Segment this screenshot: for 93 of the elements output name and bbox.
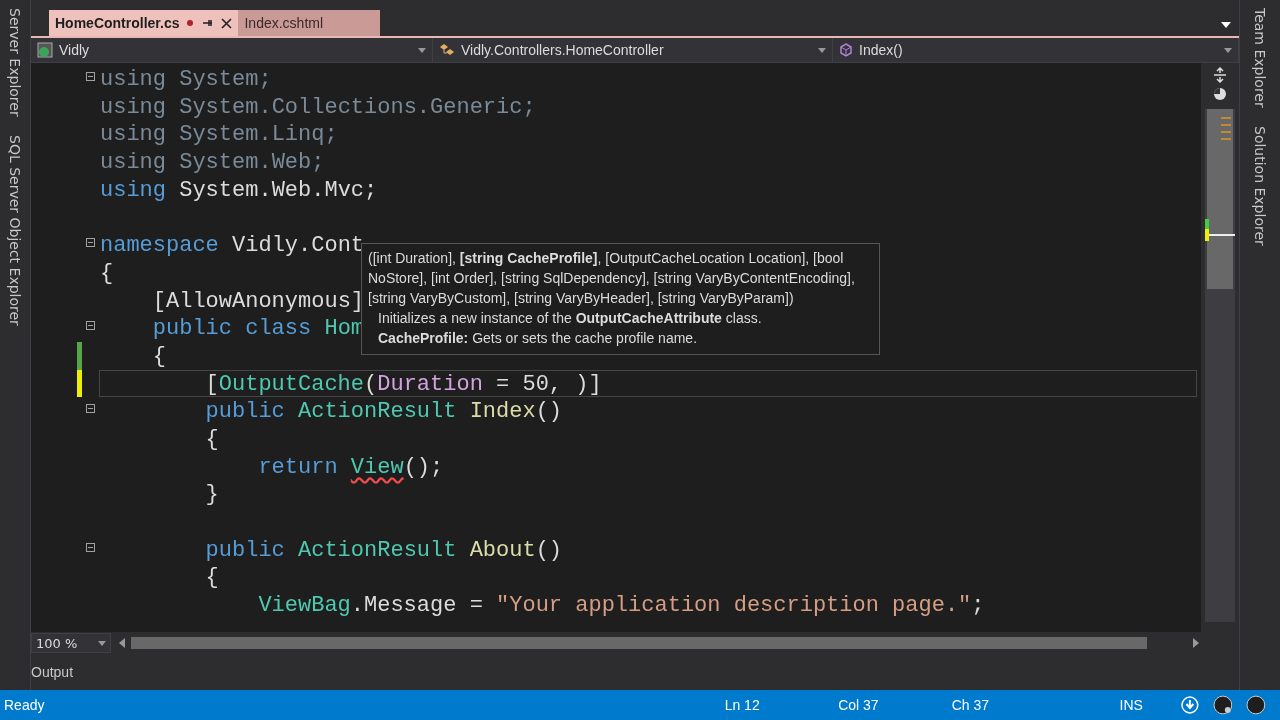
document-tab[interactable]: Index.cshtml <box>238 10 381 36</box>
tab-label: Index.cshtml <box>244 15 324 31</box>
vertical-scrollbar[interactable] <box>1205 109 1235 622</box>
code-token: { <box>205 565 219 591</box>
collapse-icon[interactable] <box>86 72 95 81</box>
code-token: () <box>535 399 563 425</box>
code-token: ActionResult <box>298 537 458 563</box>
unsaved-dot-icon <box>187 20 194 26</box>
code-token: } <box>205 482 219 508</box>
code-token: { <box>100 260 114 286</box>
web-project-icon <box>37 42 53 58</box>
code-token: class <box>245 316 313 342</box>
tab-label: HomeController.cs <box>55 15 180 31</box>
summary-text: Initializes a new instance of the OutputCacheAttribute class. <box>378 310 762 326</box>
type-dropdown[interactable]: Vidly.Controllers.HomeController <box>433 38 833 62</box>
scroll-right-icon[interactable] <box>1193 638 1199 648</box>
code-token: namespace <box>100 233 220 259</box>
collapse-icon[interactable] <box>86 238 95 248</box>
caret-position-icon <box>1205 219 1235 241</box>
circle-icon[interactable] <box>1212 695 1233 715</box>
side-panel-tab[interactable]: Team Explorer <box>1252 6 1268 110</box>
code-token: public <box>205 537 286 563</box>
code-token: System.Linq; <box>179 122 338 148</box>
scroll-thumb[interactable] <box>1207 109 1233 289</box>
insert-mode: INS <box>1119 697 1144 713</box>
code-token: ( <box>364 371 378 397</box>
code-token: using <box>100 67 167 92</box>
code-token: (); <box>403 454 444 480</box>
member-dropdown[interactable]: Index() <box>833 38 1239 62</box>
dropdown-icon <box>98 640 106 646</box>
horizontal-scrollbar[interactable] <box>119 636 1199 650</box>
side-panel-tab[interactable]: Solution Explorer <box>1252 123 1268 248</box>
collapse-icon[interactable] <box>86 542 95 552</box>
line-number: Ln 12 <box>724 697 761 713</box>
output-tab[interactable]: Output <box>31 664 74 680</box>
code-token: System.Web; <box>179 150 325 176</box>
code-token: Vidly.Cont <box>232 233 365 259</box>
code-token: using <box>100 177 167 203</box>
zoom-dropdown[interactable]: 100 % <box>31 633 111 653</box>
side-panel-tab[interactable]: SQL Server Object Explorer <box>7 132 23 328</box>
code-token: System.Collections.Generic; <box>179 94 536 120</box>
class-icon <box>439 42 455 58</box>
marker-icon <box>1221 117 1231 143</box>
code-token: = <box>496 371 511 397</box>
code-token: () <box>535 537 563 563</box>
dropdown-icon[interactable] <box>1221 22 1231 28</box>
side-panel-tab[interactable]: Server Explorer <box>7 6 23 119</box>
code-token: System; <box>179 67 272 92</box>
dropdown-icon <box>1224 47 1232 53</box>
code-token: using <box>100 122 167 148</box>
code-token: public <box>205 399 286 425</box>
code-token: OutputCache <box>218 371 365 397</box>
character-number: Ch 37 <box>951 697 991 713</box>
scroll-left-icon[interactable] <box>119 638 125 648</box>
project-dropdown[interactable]: Vidly <box>31 38 433 62</box>
code-token: = <box>469 593 484 619</box>
code-token: public <box>152 316 233 342</box>
document-tab[interactable]: HomeController.cs <box>49 10 239 36</box>
scroll-thumb[interactable] <box>131 637 1147 649</box>
split-icon[interactable] <box>1213 67 1227 83</box>
code-token: 50, <box>522 371 564 397</box>
code-token: )] <box>575 371 602 397</box>
code-token: return <box>258 454 339 480</box>
download-icon[interactable] <box>1180 696 1199 714</box>
code-token: [ <box>205 371 219 397</box>
parameter-help-text: CacheProfile: Gets or sets the cache profile name. <box>378 330 698 346</box>
map-mode-icon[interactable] <box>1213 87 1227 101</box>
code-token: [AllowAnonymous] <box>152 288 365 314</box>
code-token: "Your application description page." <box>496 593 972 619</box>
code-token: using <box>100 94 167 120</box>
cube-icon <box>839 43 853 57</box>
code-token: { <box>152 343 166 369</box>
status-message: Ready <box>4 697 46 713</box>
code-token: ActionResult <box>298 399 458 425</box>
pin-icon[interactable] <box>201 17 214 29</box>
code-token: using <box>100 150 167 176</box>
code-token: ViewBag <box>258 593 351 619</box>
code-token: .Message <box>350 593 458 619</box>
code-token: ; <box>971 593 985 619</box>
error-token: View <box>350 454 404 480</box>
code-token: About <box>469 537 536 563</box>
close-icon[interactable] <box>221 17 233 29</box>
collapse-icon[interactable] <box>86 321 95 331</box>
signature-text: ([int Duration], [string CacheProfile], [OutputCacheLocation Location], [bool NoStore], [int Order], [string SqlDependency], [string VaryByContentEncoding], [string VaryByCustom], [string VaryByHeader], [string VaryByParam]) <box>368 250 855 306</box>
code-token: System.Web.Mvc; <box>179 177 378 203</box>
dropdown-icon <box>418 47 426 53</box>
collapse-icon[interactable] <box>86 404 95 414</box>
circle-icon[interactable] <box>1246 695 1266 715</box>
code-token: Index <box>469 399 536 425</box>
code-token: Duration <box>377 371 484 397</box>
dropdown-icon <box>818 47 826 53</box>
code-token: { <box>205 426 219 452</box>
column-number: Col 37 <box>838 697 880 713</box>
